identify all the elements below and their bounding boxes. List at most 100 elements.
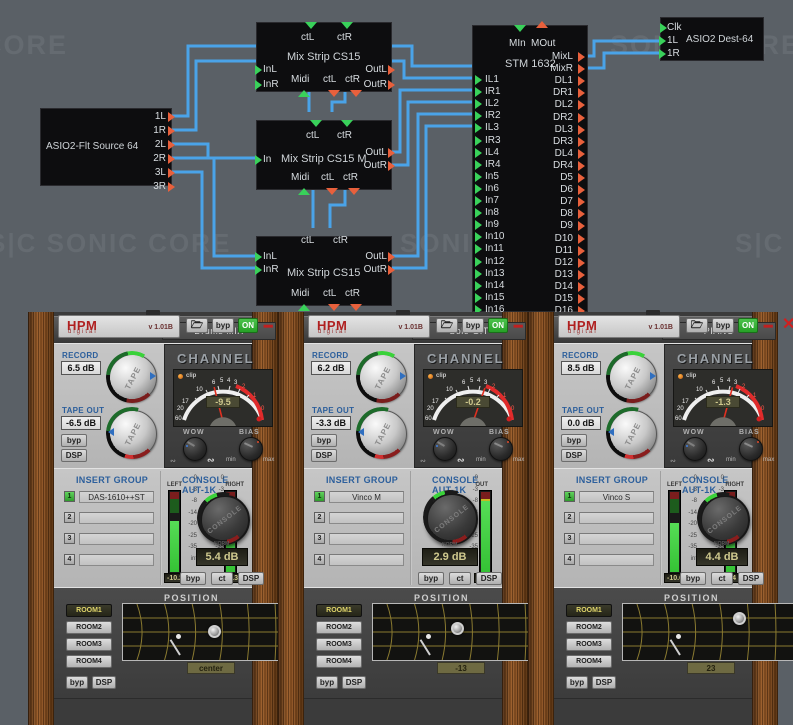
module-mix-strip-cs15-c[interactable]: Mix Strip CS15 InL InR OutL OutR ctL ctR… [255,235,395,311]
module-asio2-dest-64[interactable]: ASIO2 Dest-64 Clk 1L 1R [659,17,764,61]
record-value[interactable]: 8.5 dB [561,361,601,375]
console-dsp-button[interactable]: DSP [476,572,502,585]
port-in-ir1[interactable]: IR1 [485,86,501,97]
port-ct-l-bot[interactable]: ctL [323,74,336,85]
module-mix-strip-cs15-a[interactable]: Mix Strip CS15 InL InR OutL OutR ctL ctR… [255,22,395,97]
minimize-icon[interactable]: ━ [514,319,522,333]
port-in-ir2[interactable]: IR2 [485,110,501,121]
console-byp-button[interactable]: byp [418,572,444,585]
port-in-1l[interactable]: 1L [667,35,678,46]
port-out-dl1[interactable]: DL1 [555,75,573,86]
footer-on-button[interactable]: ON [738,318,758,333]
room-4-button[interactable]: ROOM4 [566,655,612,668]
insert-slot-1-field[interactable]: Vinco S [579,491,654,503]
insert-slot-1-button[interactable]: 1 [564,491,575,502]
load-preset-button[interactable]: 🗁 [686,318,708,333]
port-out-2r[interactable]: 2R [153,153,166,164]
port-mout[interactable]: MOut [531,38,555,49]
port-out-mixl[interactable]: MixL [552,51,573,62]
port-out-d16[interactable]: D16 [555,305,573,312]
port-midi[interactable]: Midi [291,172,309,183]
port-in-in13[interactable]: In13 [485,268,504,279]
port-in-in5[interactable]: In5 [485,171,499,182]
console-gain-value[interactable]: 5.4 dB [196,548,248,566]
tape-dsp-button[interactable]: DSP [561,449,587,462]
insert-slot-1-button[interactable]: 1 [314,491,325,502]
port-out-d9[interactable]: D9 [560,220,573,231]
tape-dsp-button[interactable]: DSP [61,449,87,462]
port-out-mixr[interactable]: MixR [550,63,573,74]
port-in-in10[interactable]: In10 [485,231,504,242]
room-1-button[interactable]: ROOM1 [316,604,362,617]
port-in-in14[interactable]: In14 [485,280,504,291]
port-in[interactable]: In [263,154,271,165]
port-midi[interactable]: Midi [291,288,309,299]
port-out-2l[interactable]: 2L [155,139,166,150]
port-out-dr3[interactable]: DR3 [553,136,573,147]
port-out-dl3[interactable]: DL3 [555,124,573,135]
port-out-d15[interactable]: D15 [555,293,573,304]
bias-knob[interactable] [739,437,763,461]
room-1-button[interactable]: ROOM1 [566,604,612,617]
port-in-r[interactable]: InR [263,264,279,275]
record-value[interactable]: 6.5 dB [61,361,101,375]
load-preset-button[interactable]: 🗁 [436,318,458,333]
port-out-d5[interactable]: D5 [560,172,573,183]
port-in-in15[interactable]: In15 [485,292,504,303]
insert-slot-4-button[interactable]: 4 [64,554,75,565]
port-in-il1[interactable]: IL1 [485,74,499,85]
room-1-button[interactable]: ROOM1 [66,604,112,617]
port-ct-r-top[interactable]: ctR [337,32,352,43]
port-ct-r-bot[interactable]: ctR [345,288,360,299]
port-out-dl2[interactable]: DL2 [555,99,573,110]
position-handle-knob[interactable] [426,634,431,639]
module-mix-strip-cs15-m[interactable]: Mix Strip CS15 M In OutL OutR ctL ctR Mi… [255,120,395,195]
insert-slot-3-button[interactable]: 3 [564,533,575,544]
insert-slot-1-field[interactable]: DAS-1610++ST [79,491,154,503]
port-out-dr4[interactable]: DR4 [553,160,573,171]
footer-on-button[interactable]: ON [488,318,508,333]
port-min[interactable]: MIn [509,38,526,49]
port-out-d10[interactable]: D10 [555,233,573,244]
port-out-1l[interactable]: 1L [155,111,166,122]
position-pad[interactable] [622,603,793,661]
port-midi[interactable]: Midi [291,74,309,85]
insert-slot-1-button[interactable]: 1 [64,491,75,502]
position-byp-button[interactable]: byp [566,676,588,689]
console-byp-button[interactable]: byp [680,572,706,585]
room-2-button[interactable]: ROOM2 [566,621,612,634]
port-in-in6[interactable]: In6 [485,183,499,194]
footer-byp-button[interactable]: byp [212,318,234,333]
tapeout-value[interactable]: -6.5 dB [61,416,101,430]
port-ct-r-top[interactable]: ctR [333,235,348,246]
position-dsp-button[interactable]: DSP [92,676,116,689]
load-preset-button[interactable]: 🗁 [186,318,208,333]
insert-slot-4-button[interactable]: 4 [314,554,325,565]
console-ct-button[interactable]: ct [449,572,471,585]
room-3-button[interactable]: ROOM3 [66,638,112,651]
tape-byp-button[interactable]: byp [311,434,337,447]
module-stm-1632[interactable]: STM 1632 MIn MOut IL1 IR1 IL2 IR2 IL3 IR3 IL4 I… [472,21,588,312]
port-out-dr1[interactable]: DR1 [553,87,573,98]
port-in-l[interactable]: InL [263,64,277,75]
port-in-r[interactable]: InR [263,79,279,90]
room-3-button[interactable]: ROOM3 [566,638,612,651]
port-ct-r-top[interactable]: ctR [337,130,352,141]
port-in-l[interactable]: InL [263,251,277,262]
tape-byp-button[interactable]: byp [561,434,587,447]
port-in-in12[interactable]: In12 [485,256,504,267]
position-handle-knob[interactable] [176,634,181,639]
port-in-ir4[interactable]: IR4 [485,159,501,170]
port-in-il2[interactable]: IL2 [485,98,499,109]
port-out-d14[interactable]: D14 [555,281,573,292]
console-gain-value[interactable]: 2.9 dB [422,548,478,566]
port-out-d6[interactable]: D6 [560,184,573,195]
console-ct-button[interactable]: ct [211,572,233,585]
insert-slot-3-field[interactable] [329,533,404,545]
position-dsp-button[interactable]: DSP [592,676,616,689]
position-pad[interactable] [372,603,552,661]
port-out-l[interactable]: OutL [365,147,387,158]
wow-knob[interactable] [683,437,707,461]
port-ct-l-top[interactable]: ctL [301,32,314,43]
room-2-button[interactable]: ROOM2 [316,621,362,634]
